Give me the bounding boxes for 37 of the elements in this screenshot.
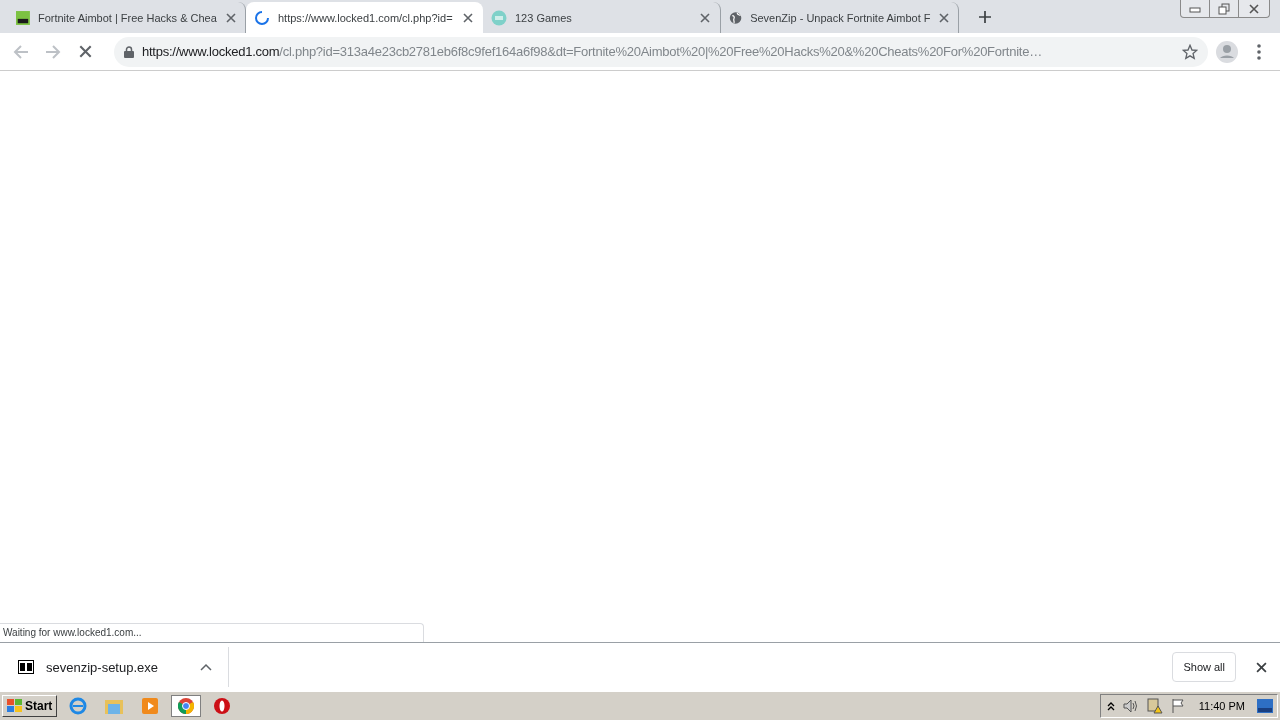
minimize-icon [1189,4,1201,13]
restore-icon [1218,2,1230,15]
star-icon[interactable] [1182,43,1198,60]
chrome-icon[interactable] [171,695,202,717]
close-icon[interactable] [698,10,712,25]
caret-up-icon[interactable] [200,663,212,671]
url-text: https://www.locked1.com/cl.php?id=313a4e23cb2781eb6f8c9fef164a6f98&dt=Fortnite%20Aimbot%20|%20Free%20Hacks%20&%20Cheats%20For%20Fortnite… [142,44,1043,59]
network-warning-icon[interactable] [1146,698,1163,714]
close-icon[interactable] [938,10,950,25]
arrow-right-icon [45,43,61,60]
games-icon [491,9,507,26]
close-icon[interactable] [224,10,237,25]
lock-icon [124,45,134,58]
flag-icon[interactable] [1170,698,1185,714]
browser-tab[interactable]: https://www.locked1.com/cl.php?id= [246,2,483,33]
profile-avatar-icon[interactable] [1214,38,1240,65]
close-icon[interactable] [461,10,475,25]
status-text: Waiting for www.locked1.com... [0,623,424,642]
stop-icon [78,45,92,58]
plus-icon [979,10,991,24]
download-item[interactable]: sevenzip-setup.exe [0,647,229,687]
globe-icon [729,9,743,26]
archive-file-icon [18,660,34,674]
address-bar[interactable]: https://www.locked1.com/cl.php?id=313a4e23cb2781eb6f8c9fef164a6f98&dt=Fortnite%20Aimbot%20|%20Free%20Hacks%20&%20Cheats%20For%20Fortnite… [114,36,1208,67]
close-icon [1249,3,1259,14]
windows-logo-icon [7,699,23,713]
show-all-button[interactable]: Show all [1172,652,1236,682]
browser-tab[interactable]: Fortnite Aimbot | Free Hacks & Chea [8,2,246,33]
browser-tab[interactable]: SevenZip - Unpack Fortnite Aimbot F [721,2,959,33]
chevron-up-icon[interactable] [1106,701,1115,711]
start-button[interactable]: Start [2,695,58,717]
browser-tab[interactable]: 123 Games [483,2,721,33]
speaker-icon[interactable] [1122,699,1139,713]
game-icon [16,9,30,26]
clock[interactable]: 11:40 PM [1192,700,1249,712]
close-icon[interactable] [1254,660,1268,674]
arrow-left-icon [13,43,29,60]
